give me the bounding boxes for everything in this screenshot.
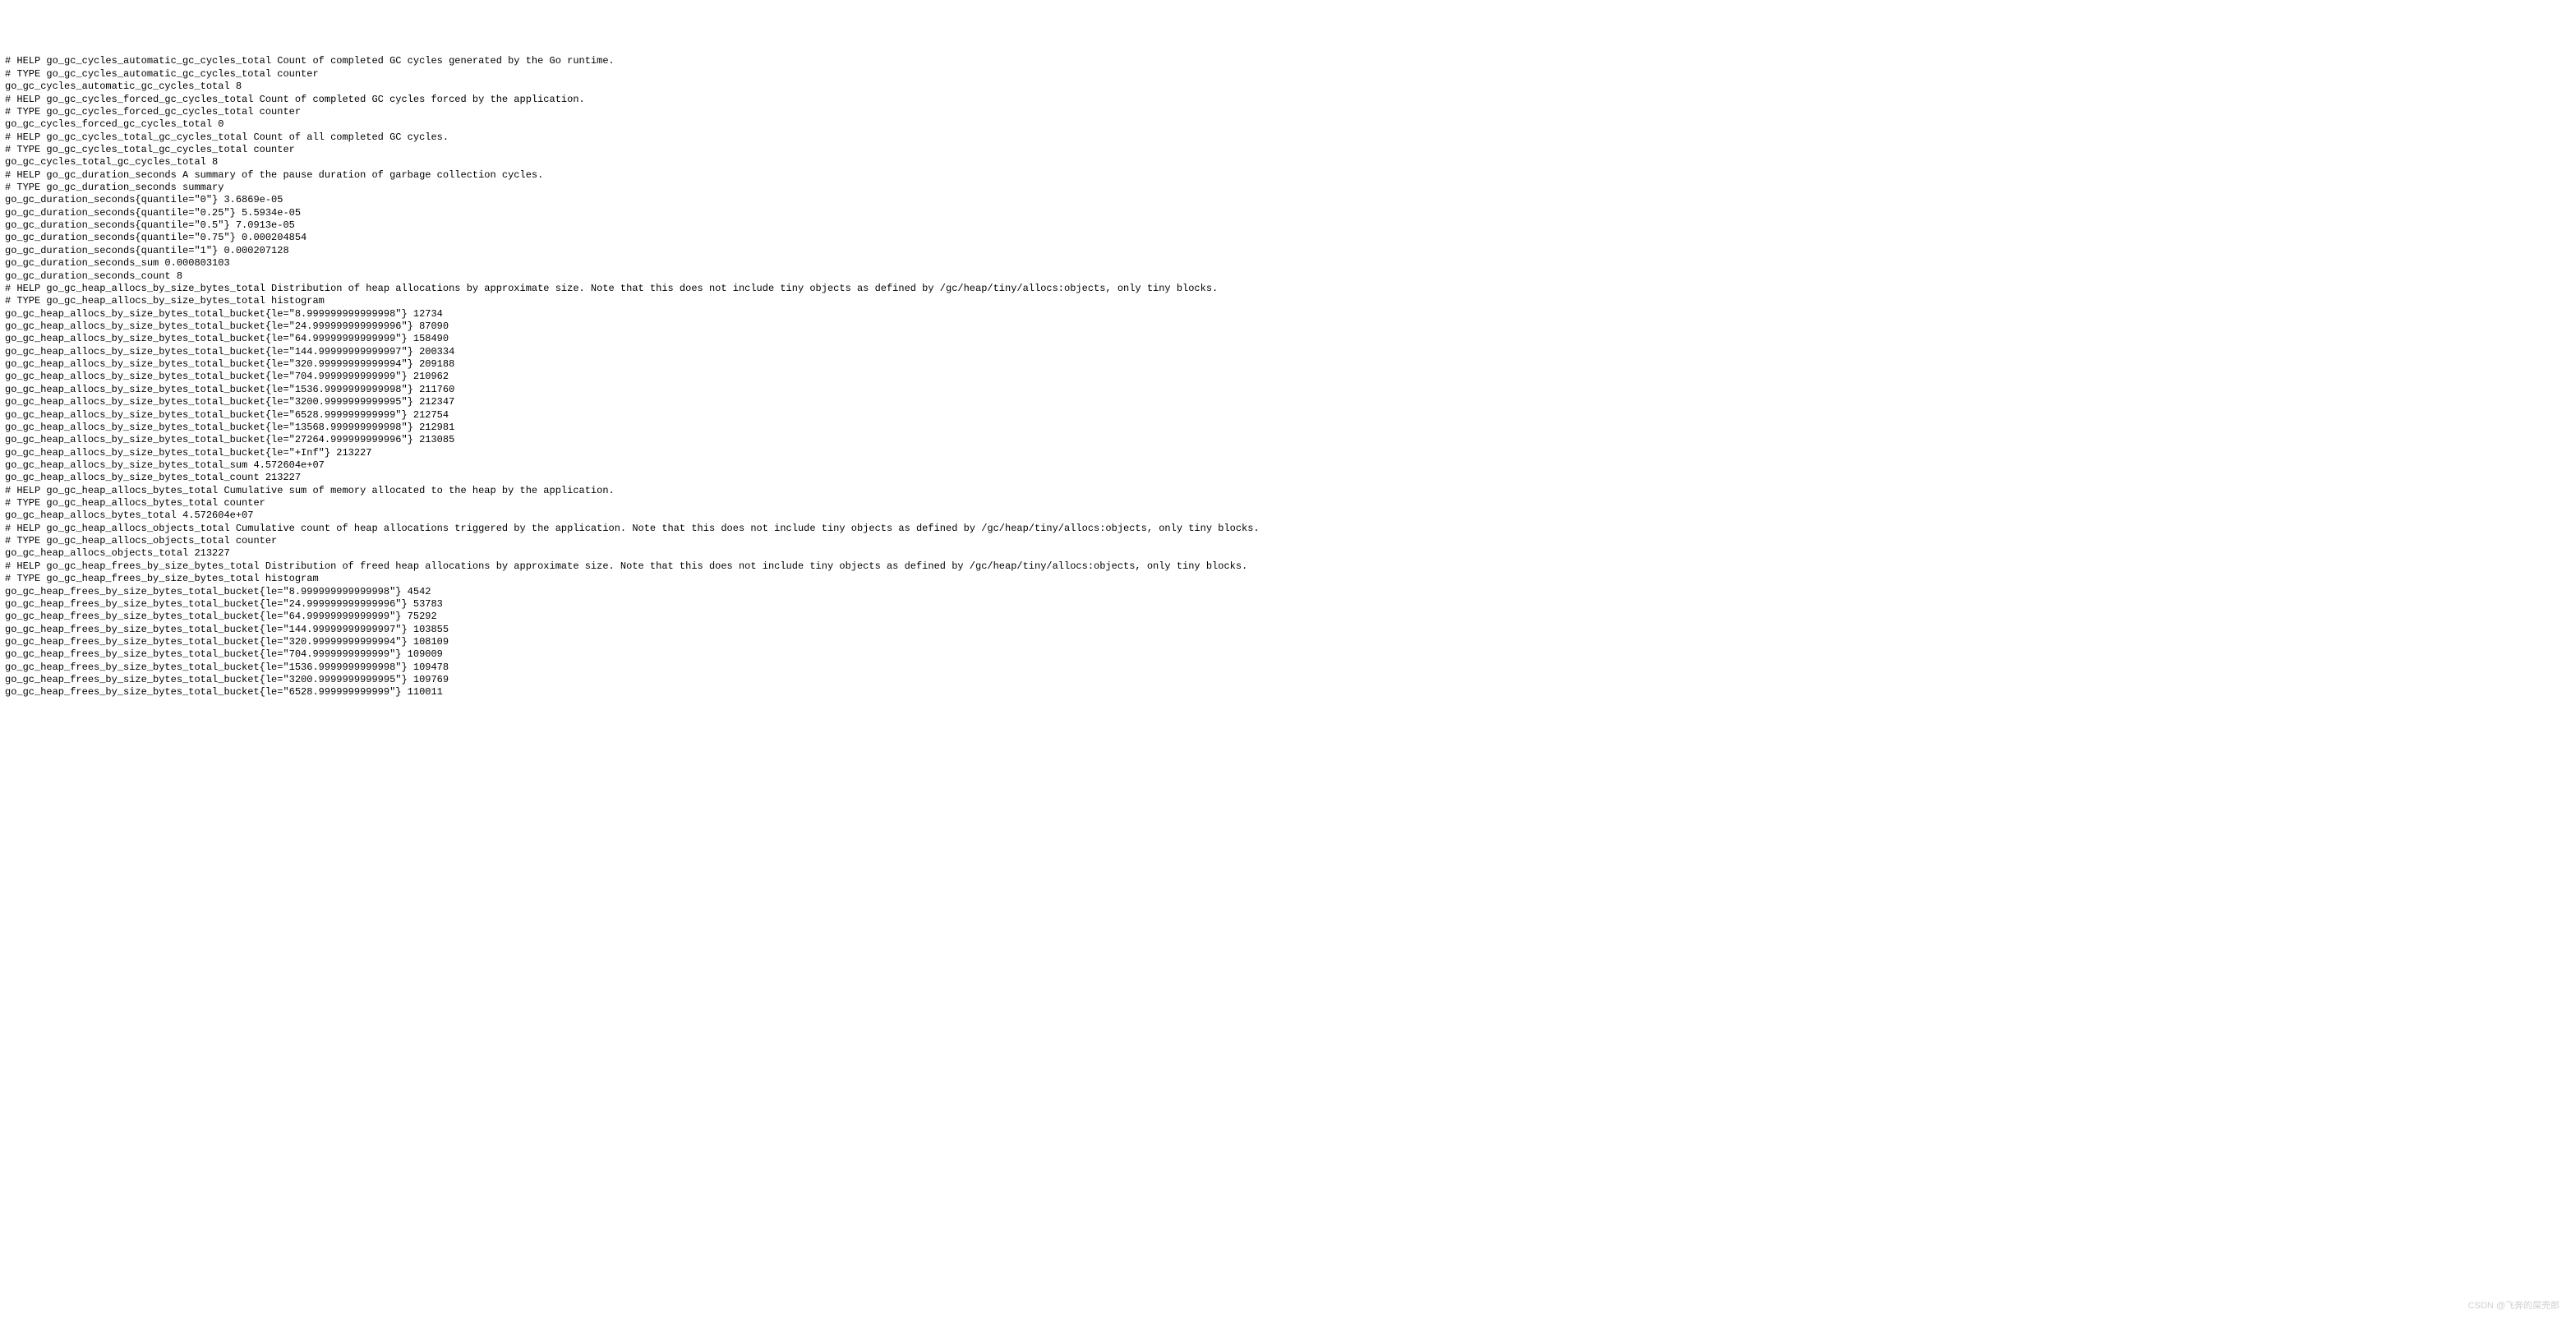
- metrics-line: go_gc_heap_allocs_by_size_bytes_total_bu…: [5, 333, 2571, 345]
- metrics-line: go_gc_duration_seconds{quantile="0.5"} 7…: [5, 219, 2571, 232]
- metrics-line: go_gc_heap_frees_by_size_bytes_total_buc…: [5, 598, 2571, 611]
- metrics-line: # TYPE go_gc_heap_allocs_by_size_bytes_t…: [5, 295, 2571, 307]
- metrics-line: go_gc_cycles_total_gc_cycles_total 8: [5, 156, 2571, 168]
- metrics-line: # TYPE go_gc_cycles_automatic_gc_cycles_…: [5, 68, 2571, 81]
- metrics-line: # TYPE go_gc_cycles_forced_gc_cycles_tot…: [5, 106, 2571, 118]
- metrics-line: go_gc_cycles_automatic_gc_cycles_total 8: [5, 81, 2571, 93]
- metrics-line: go_gc_heap_allocs_by_size_bytes_total_co…: [5, 472, 2571, 484]
- metrics-line: # HELP go_gc_cycles_automatic_gc_cycles_…: [5, 55, 2571, 67]
- metrics-line: go_gc_heap_allocs_objects_total 213227: [5, 547, 2571, 560]
- metrics-line: # HELP go_gc_heap_allocs_objects_total C…: [5, 523, 2571, 535]
- metrics-line: go_gc_heap_allocs_by_size_bytes_total_bu…: [5, 320, 2571, 333]
- metrics-line: go_gc_heap_frees_by_size_bytes_total_buc…: [5, 624, 2571, 636]
- metrics-line: # HELP go_gc_duration_seconds A summary …: [5, 169, 2571, 182]
- metrics-line: go_gc_heap_frees_by_size_bytes_total_buc…: [5, 662, 2571, 674]
- metrics-line: go_gc_heap_frees_by_size_bytes_total_buc…: [5, 674, 2571, 686]
- metrics-line: go_gc_heap_frees_by_size_bytes_total_buc…: [5, 648, 2571, 661]
- metrics-line: go_gc_heap_allocs_by_size_bytes_total_bu…: [5, 346, 2571, 358]
- metrics-line: go_gc_duration_seconds_sum 0.000803103: [5, 257, 2571, 270]
- metrics-line: # TYPE go_gc_duration_seconds summary: [5, 182, 2571, 194]
- metrics-line: go_gc_heap_allocs_by_size_bytes_total_bu…: [5, 384, 2571, 396]
- metrics-line: go_gc_duration_seconds_count 8: [5, 270, 2571, 283]
- metrics-text-output: # HELP go_gc_cycles_automatic_gc_cycles_…: [5, 55, 2571, 699]
- metrics-line: # TYPE go_gc_heap_allocs_bytes_total cou…: [5, 497, 2571, 510]
- metrics-line: go_gc_heap_allocs_by_size_bytes_total_su…: [5, 459, 2571, 472]
- metrics-line: go_gc_heap_allocs_by_size_bytes_total_bu…: [5, 396, 2571, 408]
- metrics-line: go_gc_heap_frees_by_size_bytes_total_buc…: [5, 636, 2571, 648]
- metrics-line: go_gc_heap_frees_by_size_bytes_total_buc…: [5, 586, 2571, 598]
- watermark-text: CSDN @飞奔的屎壳郎: [2468, 1300, 2560, 1312]
- metrics-line: go_gc_heap_frees_by_size_bytes_total_buc…: [5, 686, 2571, 699]
- metrics-line: go_gc_heap_allocs_bytes_total 4.572604e+…: [5, 510, 2571, 522]
- metrics-line: go_gc_cycles_forced_gc_cycles_total 0: [5, 118, 2571, 131]
- metrics-line: # HELP go_gc_cycles_total_gc_cycles_tota…: [5, 131, 2571, 144]
- metrics-line: go_gc_heap_allocs_by_size_bytes_total_bu…: [5, 358, 2571, 371]
- metrics-line: # TYPE go_gc_heap_allocs_objects_total c…: [5, 535, 2571, 547]
- metrics-line: # HELP go_gc_heap_allocs_by_size_bytes_t…: [5, 283, 2571, 295]
- metrics-line: go_gc_duration_seconds{quantile="0"} 3.6…: [5, 194, 2571, 206]
- metrics-line: go_gc_heap_allocs_by_size_bytes_total_bu…: [5, 434, 2571, 446]
- metrics-line: go_gc_heap_allocs_by_size_bytes_total_bu…: [5, 422, 2571, 434]
- metrics-line: # HELP go_gc_heap_allocs_bytes_total Cum…: [5, 485, 2571, 497]
- metrics-line: # HELP go_gc_cycles_forced_gc_cycles_tot…: [5, 94, 2571, 106]
- metrics-line: go_gc_heap_allocs_by_size_bytes_total_bu…: [5, 371, 2571, 383]
- metrics-line: go_gc_duration_seconds{quantile="1"} 0.0…: [5, 245, 2571, 257]
- metrics-line: go_gc_duration_seconds{quantile="0.25"} …: [5, 207, 2571, 219]
- metrics-line: go_gc_duration_seconds{quantile="0.75"} …: [5, 232, 2571, 244]
- metrics-line: # TYPE go_gc_cycles_total_gc_cycles_tota…: [5, 144, 2571, 156]
- metrics-line: go_gc_heap_allocs_by_size_bytes_total_bu…: [5, 447, 2571, 459]
- metrics-line: go_gc_heap_allocs_by_size_bytes_total_bu…: [5, 409, 2571, 422]
- metrics-line: # HELP go_gc_heap_frees_by_size_bytes_to…: [5, 560, 2571, 573]
- metrics-line: # TYPE go_gc_heap_frees_by_size_bytes_to…: [5, 573, 2571, 585]
- metrics-line: go_gc_heap_frees_by_size_bytes_total_buc…: [5, 611, 2571, 623]
- metrics-line: go_gc_heap_allocs_by_size_bytes_total_bu…: [5, 308, 2571, 320]
